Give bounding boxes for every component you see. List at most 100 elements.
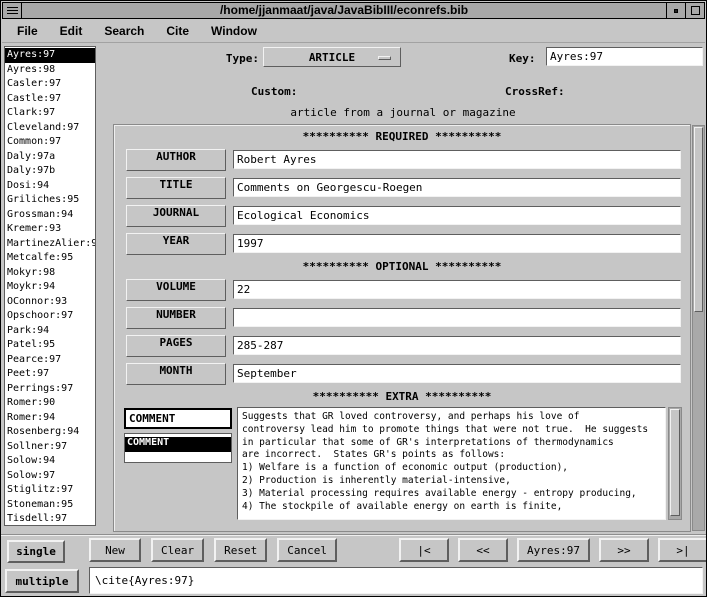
reference-list-item[interactable]: Tisdell:97	[5, 512, 95, 526]
reference-list-item[interactable]: Casler:97	[5, 77, 95, 92]
nav-button[interactable]: Ayres:97	[517, 538, 590, 562]
nav-button[interactable]: <<	[458, 538, 508, 562]
extra-text-scrollbar-thumb[interactable]	[670, 409, 680, 516]
extra-text-area[interactable]: Suggests that GR loved controversy, and …	[237, 407, 666, 520]
reference-list-item[interactable]: Cleveland:97	[5, 121, 95, 136]
reference-list-item[interactable]: Ayres:97	[5, 48, 95, 63]
reference-list-item[interactable]: Opschoor:97	[5, 309, 95, 324]
footer-separator	[1, 534, 707, 536]
titlebar[interactable]: /home/jjanmaat/java/JavaBibIII/econrefs.…	[2, 2, 705, 19]
required-section-header: ********** REQUIRED **********	[114, 130, 690, 143]
reference-list-item[interactable]: Solow:94	[5, 454, 95, 469]
reference-list-item[interactable]: Dosi:94	[5, 179, 95, 194]
reference-list-item[interactable]: Park:94	[5, 324, 95, 339]
key-input[interactable]	[546, 47, 703, 66]
field-input[interactable]	[233, 178, 681, 197]
field-label-button[interactable]: VOLUME	[126, 279, 226, 301]
field-label-button[interactable]: PAGES	[126, 335, 226, 357]
reference-list-item[interactable]: Ayres:98	[5, 63, 95, 78]
field-input[interactable]	[233, 150, 681, 169]
reference-list-item[interactable]: OConnor:93	[5, 295, 95, 310]
window-menu-button[interactable]	[3, 3, 22, 18]
field-input[interactable]	[233, 280, 681, 299]
extra-field-list: COMMENT	[124, 433, 232, 463]
menu-item[interactable]: Edit	[49, 21, 94, 41]
field-input[interactable]	[233, 234, 681, 253]
reference-list-item[interactable]: Rosenberg:94	[5, 425, 95, 440]
field-label-button[interactable]: NUMBER	[126, 307, 226, 329]
action-button[interactable]: New	[89, 538, 141, 562]
field-label-button[interactable]: AUTHOR	[126, 149, 226, 171]
maximize-icon	[691, 6, 700, 15]
nav-button[interactable]: >>	[599, 538, 649, 562]
reference-list-item[interactable]: MartinezAlier:9	[5, 237, 95, 252]
action-button[interactable]: Reset	[214, 538, 267, 562]
field-label-button[interactable]: TITLE	[126, 177, 226, 199]
field-label-button[interactable]: YEAR	[126, 233, 226, 255]
iconify-icon	[674, 9, 678, 13]
window-title: /home/jjanmaat/java/JavaBibIII/econrefs.…	[22, 3, 666, 18]
reference-list-item[interactable]: Daly:97b	[5, 164, 95, 179]
type-option-menu[interactable]: ARTICLE	[263, 47, 401, 67]
reference-list-item[interactable]: Perrings:97	[5, 382, 95, 397]
reference-list-item[interactable]: Sollner:97	[5, 440, 95, 455]
reference-list-item[interactable]: Common:97	[5, 135, 95, 150]
single-mode-button[interactable]: single	[7, 540, 65, 563]
required-fields: AUTHOR TITLE JOURNAL YEAR	[114, 148, 690, 255]
reference-list: Ayres:97 Ayres:98 Casler:97 Castle:97 Cl…	[4, 46, 96, 526]
reference-list-item[interactable]: Peet:97	[5, 367, 95, 382]
reference-list-item[interactable]: Griliches:95	[5, 193, 95, 208]
option-menu-indicator-icon	[378, 56, 391, 60]
extra-field-name-input[interactable]	[124, 408, 232, 429]
cite-command-input[interactable]	[89, 567, 703, 594]
action-buttons: New Clear Reset Cancel	[89, 538, 337, 562]
iconify-button[interactable]	[666, 3, 685, 18]
field-row: AUTHOR	[126, 148, 681, 171]
menu-item[interactable]: Window	[200, 21, 268, 41]
menu-item[interactable]: Cite	[155, 21, 200, 41]
reference-list-item[interactable]: Stoneman:95	[5, 498, 95, 513]
extra-field-list-item[interactable]: COMMENT	[125, 437, 231, 452]
reference-list-item[interactable]: Romer:94	[5, 411, 95, 426]
field-input[interactable]	[233, 206, 681, 225]
extra-section: COMMENT Suggests that GR loved controver…	[124, 407, 682, 520]
multiple-mode-button[interactable]: multiple	[5, 569, 79, 593]
reference-list-item[interactable]: Castle:97	[5, 92, 95, 107]
extra-text-scrollbar[interactable]	[668, 407, 682, 520]
action-button[interactable]: Clear	[151, 538, 204, 562]
action-button[interactable]: Cancel	[277, 538, 337, 562]
reference-list-item[interactable]: Clark:97	[5, 106, 95, 121]
field-input[interactable]	[233, 364, 681, 383]
type-option-value: ARTICLE	[309, 51, 355, 64]
reference-list-item[interactable]: Mokyr:98	[5, 266, 95, 281]
reference-list-item[interactable]: Solow:97	[5, 469, 95, 484]
field-label-button[interactable]: MONTH	[126, 363, 226, 385]
form-scrollbar[interactable]	[692, 125, 705, 531]
field-row: NUMBER	[126, 306, 681, 329]
reference-list-item[interactable]: Pearce:97	[5, 353, 95, 368]
field-row: JOURNAL	[126, 204, 681, 227]
nav-button[interactable]: >|	[658, 538, 707, 562]
menu-item[interactable]: Search	[93, 21, 155, 41]
reference-list-item[interactable]: Moykr:94	[5, 280, 95, 295]
reference-list-item[interactable]: Grossman:94	[5, 208, 95, 223]
crossref-label: CrossRef:	[505, 85, 565, 98]
reference-list-item[interactable]: Daly:97a	[5, 150, 95, 165]
reference-list-item[interactable]: Patel:95	[5, 338, 95, 353]
app-window: /home/jjanmaat/java/JavaBibIII/econrefs.…	[0, 0, 707, 597]
window-menu-icon	[7, 10, 18, 11]
field-row: YEAR	[126, 232, 681, 255]
navigation-buttons: |< << Ayres:97 >> >|	[399, 538, 707, 562]
form-scrollbar-thumb[interactable]	[694, 127, 703, 312]
key-label: Key:	[509, 52, 536, 65]
field-label-button[interactable]: JOURNAL	[126, 205, 226, 227]
reference-list-item[interactable]: Stiglitz:97	[5, 483, 95, 498]
field-input[interactable]	[233, 336, 681, 355]
maximize-button[interactable]	[685, 3, 704, 18]
reference-list-item[interactable]: Metcalfe:95	[5, 251, 95, 266]
field-input[interactable]	[233, 308, 681, 327]
reference-list-item[interactable]: Kremer:93	[5, 222, 95, 237]
reference-list-item[interactable]: Romer:90	[5, 396, 95, 411]
menu-item[interactable]: File	[6, 21, 49, 41]
nav-button[interactable]: |<	[399, 538, 449, 562]
